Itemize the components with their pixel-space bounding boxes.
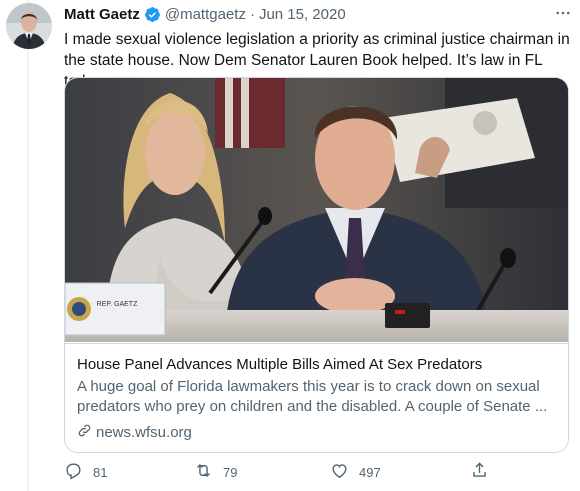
- tweet[interactable]: Matt Gaetz @mattgaetz · Jun 15, 2020 I m…: [0, 0, 580, 491]
- card-description: A huge goal of Florida lawmakers this ye…: [77, 378, 548, 415]
- like-button[interactable]: 497: [330, 460, 381, 484]
- retweet-button[interactable]: 79: [194, 460, 237, 484]
- like-icon: [330, 461, 349, 483]
- link-card[interactable]: REP. GAETZ House Panel Advances Multiple…: [64, 77, 569, 453]
- reply-count: 81: [93, 464, 108, 480]
- card-body[interactable]: House Panel Advances Multiple Bills Aime…: [65, 343, 568, 452]
- tweet-header: Matt Gaetz @mattgaetz · Jun 15, 2020: [64, 4, 346, 24]
- reply-button[interactable]: 81: [64, 460, 107, 484]
- more-icon[interactable]: [554, 4, 572, 27]
- card-title[interactable]: House Panel Advances Multiple Bills Aime…: [77, 356, 482, 373]
- like-count: 497: [359, 464, 381, 480]
- tweet-date[interactable]: Jun 15, 2020: [259, 6, 346, 23]
- author-handle[interactable]: @mattgaetz: [165, 6, 246, 23]
- link-icon: [77, 423, 92, 442]
- separator-dot: ·: [249, 5, 255, 23]
- nameplate-text: REP. GAETZ: [97, 301, 138, 308]
- share-button[interactable]: [470, 460, 489, 484]
- verified-badge-icon: [144, 6, 161, 23]
- card-domain-text: news.wfsu.org: [96, 424, 192, 441]
- card-domain[interactable]: news.wfsu.org: [77, 423, 192, 442]
- card-image: REP. GAETZ: [65, 78, 568, 342]
- reply-icon: [64, 461, 83, 483]
- avatar[interactable]: [6, 3, 52, 49]
- retweet-count: 79: [223, 464, 238, 480]
- tweet-actions: 81 79 497: [64, 460, 544, 484]
- author-name[interactable]: Matt Gaetz: [64, 6, 140, 23]
- retweet-icon: [194, 461, 213, 483]
- share-icon: [470, 461, 489, 483]
